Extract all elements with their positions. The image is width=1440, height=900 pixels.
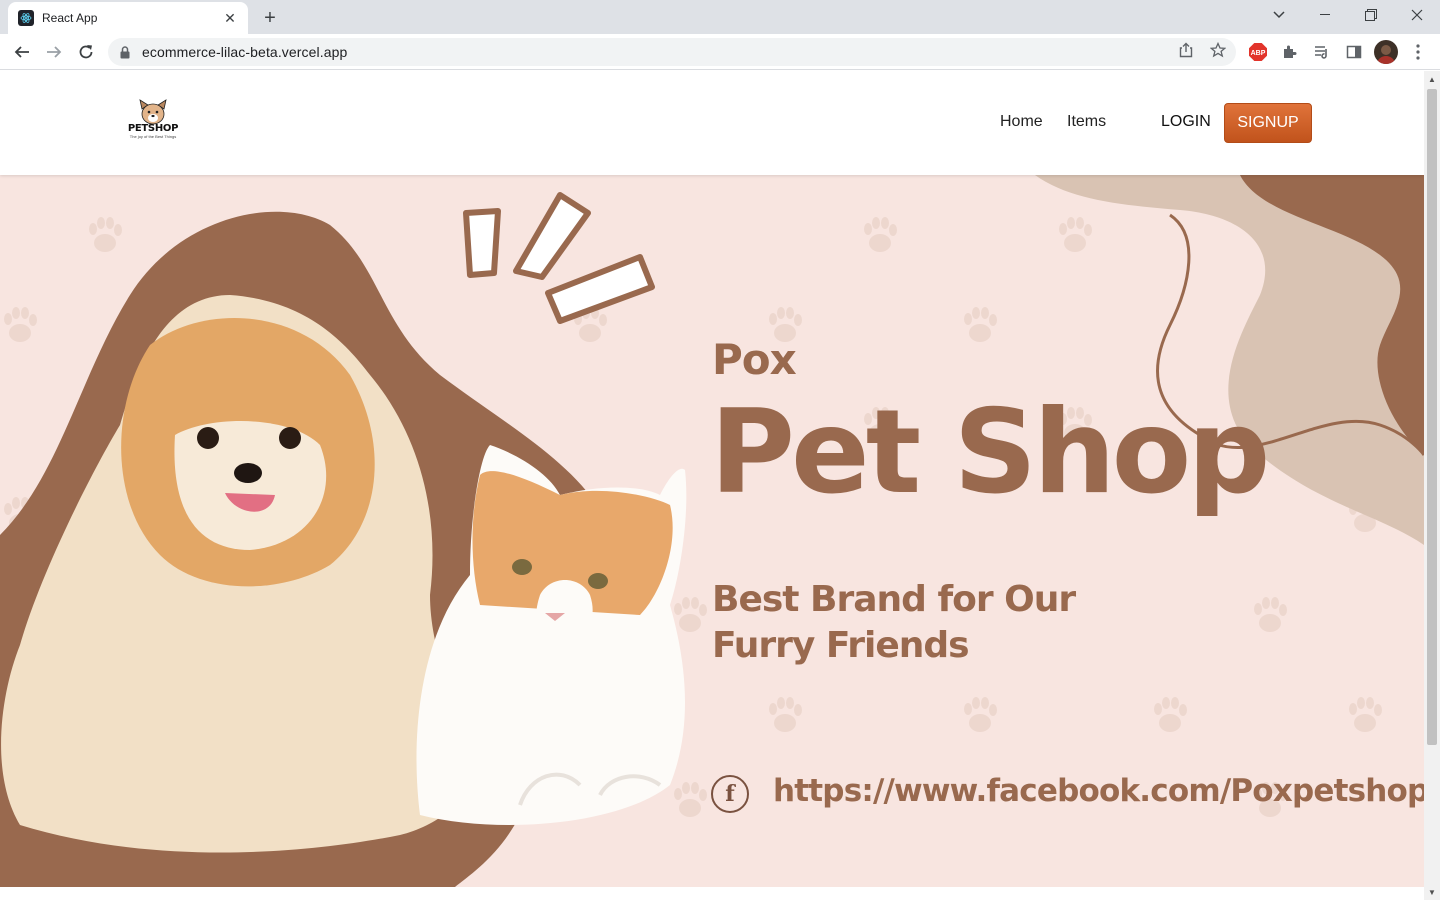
page-scrollbar[interactable]: ▲ ▼	[1424, 71, 1440, 900]
puzzle-icon[interactable]	[1280, 42, 1300, 62]
hero-brand-small: Pox	[712, 335, 797, 384]
media-icon[interactable]	[1312, 42, 1332, 62]
nav-home-link[interactable]: Home	[1000, 113, 1043, 131]
facebook-icon[interactable]: f	[711, 775, 749, 813]
lock-icon	[120, 45, 132, 59]
restore-icon[interactable]	[1348, 0, 1394, 30]
svg-text:ABP: ABP	[1251, 50, 1266, 57]
tab-search-chevron-down-icon[interactable]	[1256, 0, 1302, 30]
logo-tagline: The joy of the Best Things	[129, 134, 177, 139]
share-icon[interactable]	[1176, 40, 1196, 60]
signup-button[interactable]: SIGNUP	[1224, 103, 1312, 143]
facebook-link[interactable]: https://www.facebook.com/Poxpetshop	[773, 773, 1424, 809]
scroll-up-arrow-icon[interactable]: ▲	[1424, 71, 1440, 87]
tab-title: React App	[42, 11, 98, 25]
page-viewport: PETSHOP The joy of the Best Things Home …	[0, 71, 1424, 900]
reload-icon[interactable]	[72, 38, 100, 66]
kebab-menu-icon[interactable]	[1408, 42, 1428, 62]
nav-items-link[interactable]: Items	[1067, 113, 1106, 131]
petshop-logo[interactable]: PETSHOP The joy of the Best Things	[120, 99, 186, 145]
logo-text: PETSHOP	[127, 123, 179, 134]
star-icon[interactable]	[1208, 40, 1228, 60]
tab-strip: React App ✕ +	[0, 0, 1440, 34]
hero-title: Pet Shop	[710, 385, 1270, 520]
scroll-thumb[interactable]	[1427, 89, 1437, 745]
minimize-icon[interactable]	[1302, 0, 1348, 30]
sidepanel-icon[interactable]	[1344, 42, 1364, 62]
hero-tagline: Best Brand for Our Furry Friends	[712, 579, 1076, 666]
login-button[interactable]: LOGIN	[1161, 113, 1211, 131]
back-icon[interactable]	[8, 38, 36, 66]
tab-close-icon[interactable]: ✕	[222, 10, 238, 26]
forward-icon[interactable]	[40, 38, 68, 66]
new-tab-button[interactable]: +	[258, 6, 282, 30]
window-close-icon[interactable]	[1394, 0, 1440, 30]
browser-toolbar: ecommerce-lilac-beta.vercel.app ABP	[0, 34, 1440, 70]
dog-logo-icon	[139, 99, 167, 125]
avatar[interactable]	[1374, 40, 1398, 64]
react-favicon-icon	[18, 10, 34, 26]
address-bar[interactable]: ecommerce-lilac-beta.vercel.app	[108, 38, 1236, 66]
hero-banner: Pox Pet Shop Best Brand for Our Furry Fr…	[0, 175, 1424, 887]
adblock-icon[interactable]: ABP	[1248, 42, 1268, 62]
browser-tab[interactable]: React App ✕	[8, 2, 248, 34]
accent-marks	[463, 192, 655, 324]
site-header: PETSHOP The joy of the Best Things Home …	[0, 71, 1424, 175]
url-text: ecommerce-lilac-beta.vercel.app	[142, 44, 348, 60]
scroll-down-arrow-icon[interactable]: ▼	[1424, 884, 1440, 900]
